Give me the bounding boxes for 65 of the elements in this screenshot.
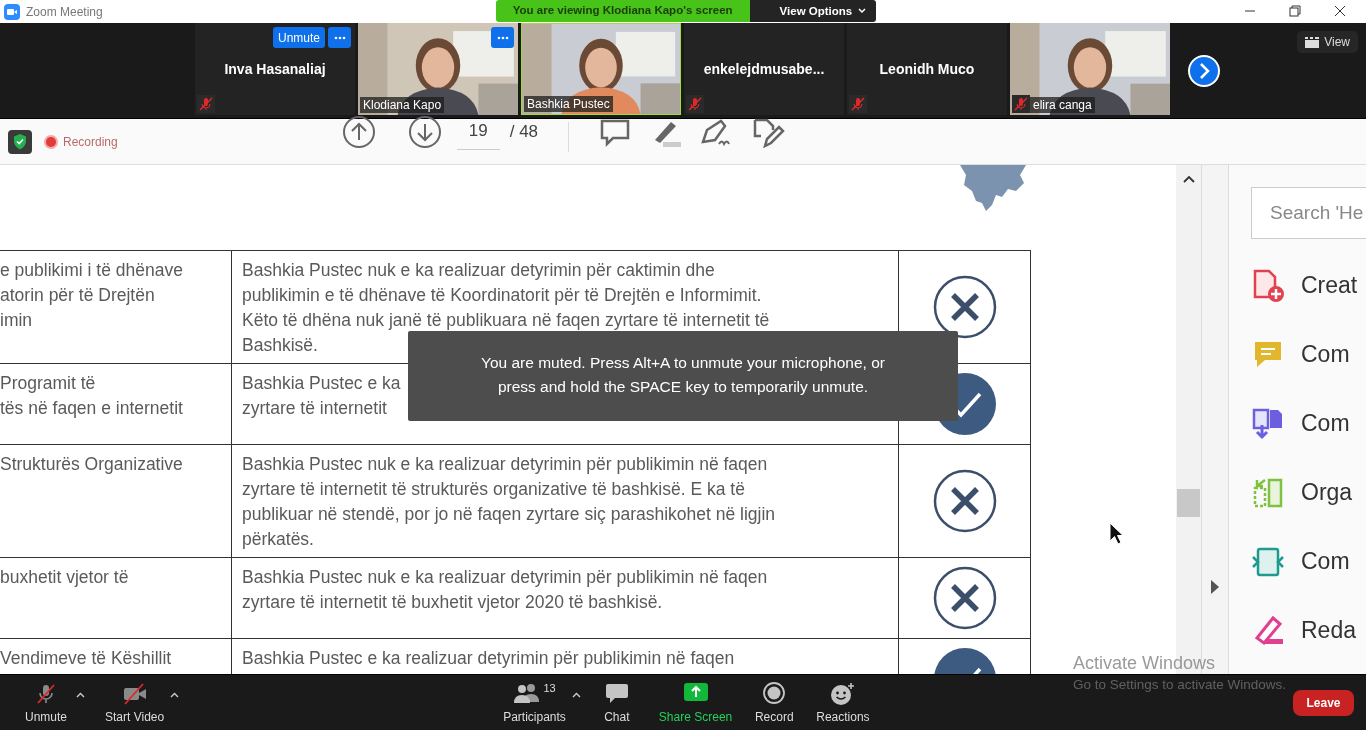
caret-icon <box>858 8 867 14</box>
window-title: Zoom Meeting <box>26 5 103 19</box>
recording-dot-icon <box>43 133 59 150</box>
page-number-field[interactable]: 19 <box>456 121 500 150</box>
participant-name: Inva Hasanaliaj <box>224 61 326 77</box>
more-icon <box>333 35 346 40</box>
participants-button[interactable]: 13 Participants <box>497 681 572 724</box>
share-banner: You are viewing Klodiana Kapo's screen <box>495 0 750 22</box>
map-drawing <box>958 165 1028 213</box>
caret-icon[interactable] <box>170 691 180 698</box>
participant-name: enkelejdmusabe... <box>703 61 825 77</box>
scroll-thumb[interactable] <box>1177 489 1200 517</box>
record-icon <box>763 681 786 704</box>
comment-icon[interactable] <box>599 117 632 148</box>
tool-item[interactable]: Com <box>1251 527 1366 596</box>
mouse-cursor-icon <box>1109 522 1125 546</box>
table-cell: Bashkia Pustec nuk e ka realizuar detyrimin për publikimin në faqen zyrtare të internetit të buxhetit vjetor 2020 të bashkisë. <box>232 558 899 638</box>
table-cell: buxhetit vjetor të <box>0 558 232 638</box>
share-screen-icon <box>682 681 709 702</box>
participant-name: Leonidh Muco <box>879 61 975 77</box>
smiley-icon <box>829 681 856 706</box>
tool-item[interactable]: Reda <box>1251 596 1366 665</box>
more-button[interactable] <box>491 27 514 48</box>
restore-icon[interactable] <box>1289 5 1301 17</box>
people-icon <box>513 681 542 704</box>
table-cell: Programit të tës në faqen e internetit <box>0 364 232 444</box>
participant-name: Bashkia Pustec <box>524 96 613 112</box>
record-button[interactable]: Record <box>744 681 805 724</box>
expand-panel-icon[interactable] <box>1211 580 1219 594</box>
grid-icon <box>1305 36 1320 48</box>
caret-icon[interactable] <box>571 691 581 698</box>
activation-title: Activate Windows <box>1073 653 1217 674</box>
table-cell: Strukturës Organizative <box>0 445 232 557</box>
video-button[interactable]: Start Video <box>99 681 171 724</box>
recording-label: Recording <box>63 134 118 149</box>
participant-name: Klodiana Kapo <box>360 97 445 113</box>
tool-item[interactable]: Creat <box>1251 251 1366 320</box>
shield-icon[interactable] <box>8 129 32 154</box>
search-field[interactable]: Search 'He <box>1251 187 1366 239</box>
leave-button[interactable]: Leave <box>1293 689 1354 716</box>
chat-icon <box>604 681 629 704</box>
table-cell: Bashkia Pustec nuk e ka realizuar detyrimin për publikimin në faqen zyrtare të internetit të strukturës organizative të bashkisë. E ka të publikuar në stendë, por jo në faqen zyrtare siç parashikohet në ligjin përkatës. <box>232 445 899 557</box>
chat-button[interactable]: Chat <box>586 681 647 724</box>
close-icon[interactable] <box>1334 5 1346 17</box>
more-button[interactable] <box>328 27 351 48</box>
scroll-up-icon[interactable] <box>1182 175 1195 183</box>
zoom-logo-icon <box>4 4 20 20</box>
tool-item[interactable]: Orga <box>1251 458 1366 527</box>
share-button[interactable]: Share Screen <box>652 681 739 724</box>
view-button[interactable]: View <box>1297 31 1358 53</box>
table-cell: e publikimi i të dhënave atorin për të Drejtën imin <box>0 251 232 363</box>
unmute-button[interactable]: Unmute <box>272 27 325 48</box>
tool-item[interactable]: Com <box>1251 320 1366 389</box>
page-total: / 48 <box>509 121 539 142</box>
activation-message: Go to Settings to activate Windows. <box>1073 677 1287 692</box>
tool-item[interactable]: Com <box>1251 389 1366 458</box>
mic-button[interactable]: Unmute <box>16 681 76 724</box>
view-options-button[interactable]: View Options <box>749 0 877 22</box>
more-icon <box>496 35 509 40</box>
next-page-icon[interactable] <box>407 114 442 149</box>
caret-icon[interactable] <box>76 691 85 698</box>
participant-name: elira canga <box>1030 97 1095 113</box>
previous-page-icon[interactable] <box>341 114 376 149</box>
reactions-button[interactable]: Reactions <box>810 681 876 724</box>
muted-notification: You are muted. Press Alt+A to unmute your microphone, or press and hold the SPACE key to temporarily unmute. <box>408 331 958 421</box>
